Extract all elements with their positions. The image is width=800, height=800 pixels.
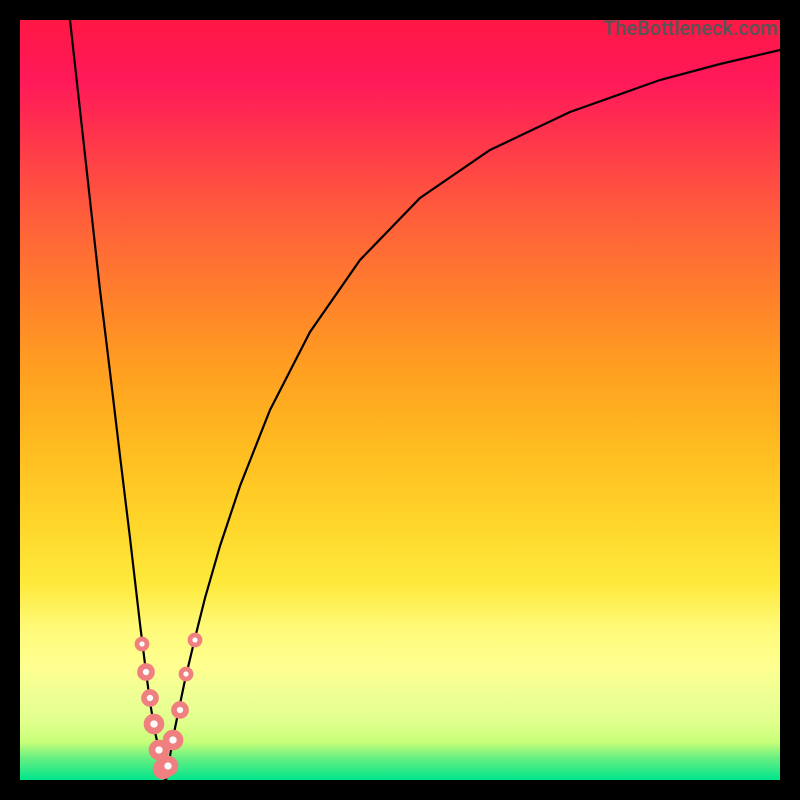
- watermark-text: TheBottleneck.com: [603, 16, 778, 40]
- data-marker: [181, 669, 191, 679]
- data-marker: [140, 666, 152, 678]
- data-marker: [137, 639, 147, 649]
- data-marker: [166, 733, 180, 747]
- data-marker: [174, 704, 186, 716]
- data-marker: [144, 692, 156, 704]
- data-marker: [161, 759, 175, 773]
- bottleneck-curve-right: [166, 50, 780, 780]
- data-marker: [147, 717, 161, 731]
- data-marker: [190, 635, 200, 645]
- bottleneck-chart: TheBottleneck.com: [0, 0, 800, 800]
- curve-svg: [20, 20, 780, 780]
- data-marker: [152, 743, 166, 757]
- chart-plot-area: [20, 20, 780, 780]
